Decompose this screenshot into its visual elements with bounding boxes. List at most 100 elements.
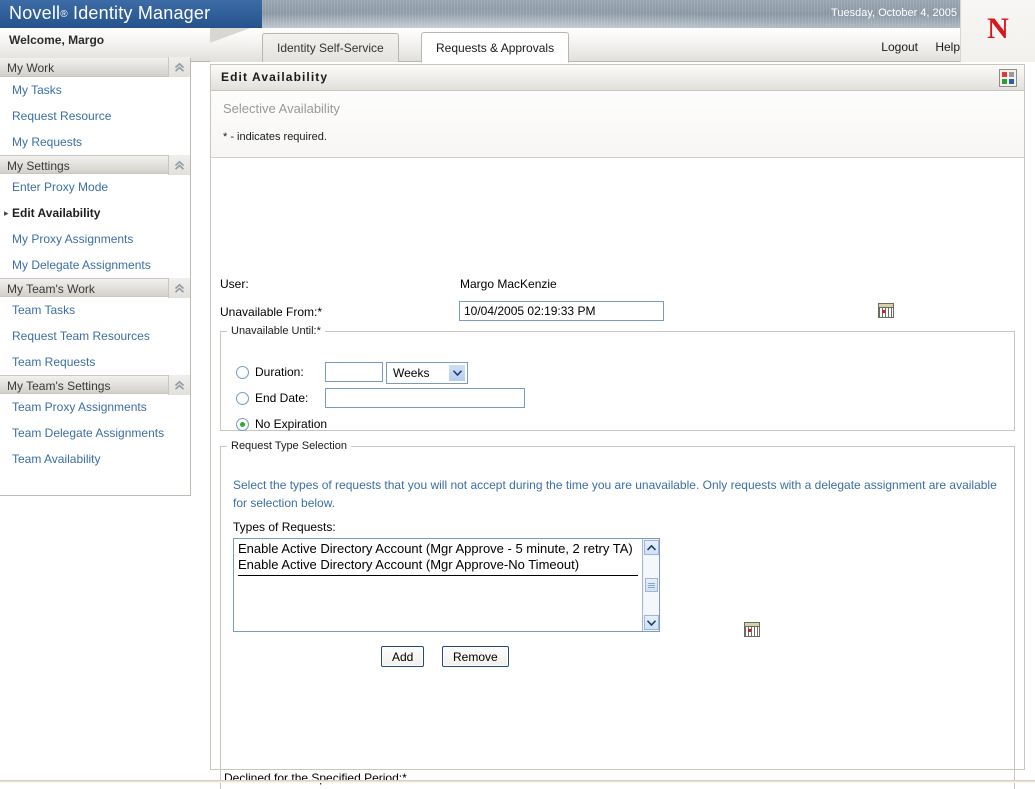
sidebar-section-title: My Team's Work xyxy=(7,282,95,296)
sidebar-item-enter-proxy-mode[interactable]: Enter Proxy Mode xyxy=(0,174,190,200)
end-date-radio[interactable] xyxy=(236,391,249,405)
sidebar-item-label: Team Proxy Assignments xyxy=(12,400,147,414)
scroll-up-icon[interactable] xyxy=(643,540,659,555)
sidebar-item-label: Request Team Resources xyxy=(12,329,150,343)
types-of-requests-label: Types of Requests: xyxy=(233,520,336,534)
unavailable-until-legend: Unavailable Until:* xyxy=(231,325,321,337)
sidebar-section-my-teams-work: My Team's Work xyxy=(0,278,190,298)
sidebar-item-my-proxy-assignments[interactable]: My Proxy Assignments xyxy=(0,226,190,252)
end-date-input[interactable] xyxy=(325,388,525,408)
collapse-toggle-my-teams-work[interactable] xyxy=(168,278,190,298)
sidebar-item-label: My Requests xyxy=(12,135,83,149)
panel-title-bar: Edit Availability xyxy=(211,65,1024,91)
unavailable-from-input[interactable] xyxy=(459,301,664,321)
sidebar-item-label: My Tasks xyxy=(12,83,62,97)
collapse-toggle-my-teams-settings[interactable] xyxy=(168,375,190,395)
sidebar-item-label: Enter Proxy Mode xyxy=(12,180,109,194)
request-type-hint: Select the types of requests that you wi… xyxy=(233,478,997,510)
panel-subheader: Selective Availability * - indicates req… xyxy=(211,91,1024,158)
end-date-label: End Date: xyxy=(255,391,309,405)
types-list-scrollbar[interactable] xyxy=(642,539,659,631)
sidebar-section-title: My Settings xyxy=(7,159,70,173)
sidebar-item-my-requests[interactable]: My Requests xyxy=(0,129,190,155)
sidebar-item-label: Team Availability xyxy=(12,452,101,466)
main-panel: Edit Availability Selective Availability… xyxy=(210,64,1025,789)
scroll-track[interactable] xyxy=(643,556,659,614)
page-title: Edit Availability xyxy=(221,70,329,84)
no-expiration-label: No Expiration xyxy=(255,417,328,431)
unavailable-from-label: Unavailable From:* xyxy=(220,305,323,319)
types-list-options: Enable Active Directory Account (Mgr App… xyxy=(234,539,642,631)
chevron-double-up-icon xyxy=(174,283,185,293)
duration-radio-row[interactable]: Duration: xyxy=(236,365,304,379)
duration-unit-select[interactable]: Weeks xyxy=(386,362,468,384)
sidebar-item-label: Edit Availability xyxy=(12,206,101,220)
request-type-legend: Request Type Selection xyxy=(231,440,347,452)
welcome-message: Welcome, Margo xyxy=(9,33,105,47)
grid-view-icon xyxy=(1002,72,1014,84)
sidebar-item-request-team-resources[interactable]: Request Team Resources xyxy=(0,323,190,349)
chevron-double-up-icon xyxy=(174,380,185,390)
sidebar-item-team-tasks[interactable]: Team Tasks xyxy=(0,297,190,323)
logout-link[interactable]: Logout xyxy=(881,40,918,54)
sidebar-item-label: My Proxy Assignments xyxy=(12,232,134,246)
tab-requests-and-approvals[interactable]: Requests & Approvals xyxy=(421,32,570,63)
product-title: Novell® Identity Manager xyxy=(9,3,210,24)
list-item[interactable]: Enable Active Directory Account (Mgr App… xyxy=(238,557,638,573)
scroll-down-icon[interactable] xyxy=(643,615,659,630)
no-expiration-radio[interactable] xyxy=(236,417,249,431)
sidebar-item-edit-availability[interactable]: Edit Availability xyxy=(0,200,190,226)
sidebar-item-my-delegate-assignments[interactable]: My Delegate Assignments xyxy=(0,252,190,278)
sidebar-item-team-requests[interactable]: Team Requests xyxy=(0,349,190,375)
add-button[interactable]: Add xyxy=(381,646,425,667)
app-root: Novell® Identity Manager Tuesday, Octobe… xyxy=(0,0,1035,789)
top-banner: Novell® Identity Manager Tuesday, Octobe… xyxy=(0,0,1035,28)
unavailable-from-calendar-icon[interactable] xyxy=(878,303,894,318)
duration-input[interactable] xyxy=(325,362,383,382)
list-item[interactable]: Enable Active Directory Account (Mgr App… xyxy=(238,541,638,557)
sidebar-section-my-settings: My Settings xyxy=(0,155,190,175)
footer-divider xyxy=(0,780,1035,783)
novell-logo: N xyxy=(960,0,1035,62)
request-type-selection-fieldset: Request Type Selection Select the types … xyxy=(220,440,1015,789)
sidebar-item-label: Request Resource xyxy=(12,109,112,123)
duration-radio[interactable] xyxy=(236,365,249,379)
remove-button[interactable]: Remove xyxy=(442,646,509,667)
sidebar-item-label: Team Delegate Assignments xyxy=(12,426,165,440)
sidebar-item-team-availability[interactable]: Team Availability xyxy=(0,446,190,472)
duration-label: Duration: xyxy=(255,365,304,379)
user-value: Margo MacKenzie xyxy=(460,277,557,291)
end-date-radio-row[interactable]: End Date: xyxy=(236,391,308,405)
scroll-thumb[interactable] xyxy=(644,578,658,592)
duration-unit-value: Weeks xyxy=(393,366,430,380)
tab-identity-self-service[interactable]: Identity Self-Service xyxy=(262,33,399,62)
sidebar: My Work My Tasks Request Resource My Req… xyxy=(0,57,191,496)
panel-subtitle: Selective Availability xyxy=(223,101,340,116)
user-label: User: xyxy=(220,277,249,291)
types-of-requests-listbox[interactable]: Enable Active Directory Account (Mgr App… xyxy=(233,538,660,632)
sidebar-section-title: My Team's Settings xyxy=(7,379,111,393)
product-name: Novell xyxy=(9,3,61,23)
sidebar-item-label: Team Tasks xyxy=(12,303,76,317)
sidebar-item-team-proxy-assignments[interactable]: Team Proxy Assignments xyxy=(0,394,190,420)
tab-label: Requests & Approvals xyxy=(436,41,555,55)
chevron-double-up-icon xyxy=(174,62,185,72)
unavailable-until-fieldset: Unavailable Until:* Duration: Weeks End … xyxy=(220,325,1015,637)
no-expiration-radio-row[interactable]: No Expiration xyxy=(236,417,327,431)
product-suffix: Identity Manager xyxy=(73,3,211,23)
grid-view-button[interactable] xyxy=(999,69,1017,87)
collapse-toggle-my-work[interactable] xyxy=(168,57,190,77)
registered-icon: ® xyxy=(60,9,68,20)
sidebar-item-team-delegate-assignments[interactable]: Team Delegate Assignments xyxy=(0,420,190,446)
sidebar-item-label: My Delegate Assignments xyxy=(12,258,151,272)
sidebar-item-request-resource[interactable]: Request Resource xyxy=(0,103,190,129)
current-date: Tuesday, October 4, 2005 xyxy=(831,7,957,19)
sidebar-item-my-tasks[interactable]: My Tasks xyxy=(0,77,190,103)
chevron-double-up-icon xyxy=(174,160,185,170)
collapse-toggle-my-settings[interactable] xyxy=(168,155,190,175)
sidebar-section-my-work: My Work xyxy=(0,57,190,77)
help-link[interactable]: Help xyxy=(935,40,960,54)
chevron-down-icon xyxy=(449,365,465,381)
sidebar-item-label: Team Requests xyxy=(12,355,96,369)
logo-letter: N xyxy=(987,12,1009,45)
